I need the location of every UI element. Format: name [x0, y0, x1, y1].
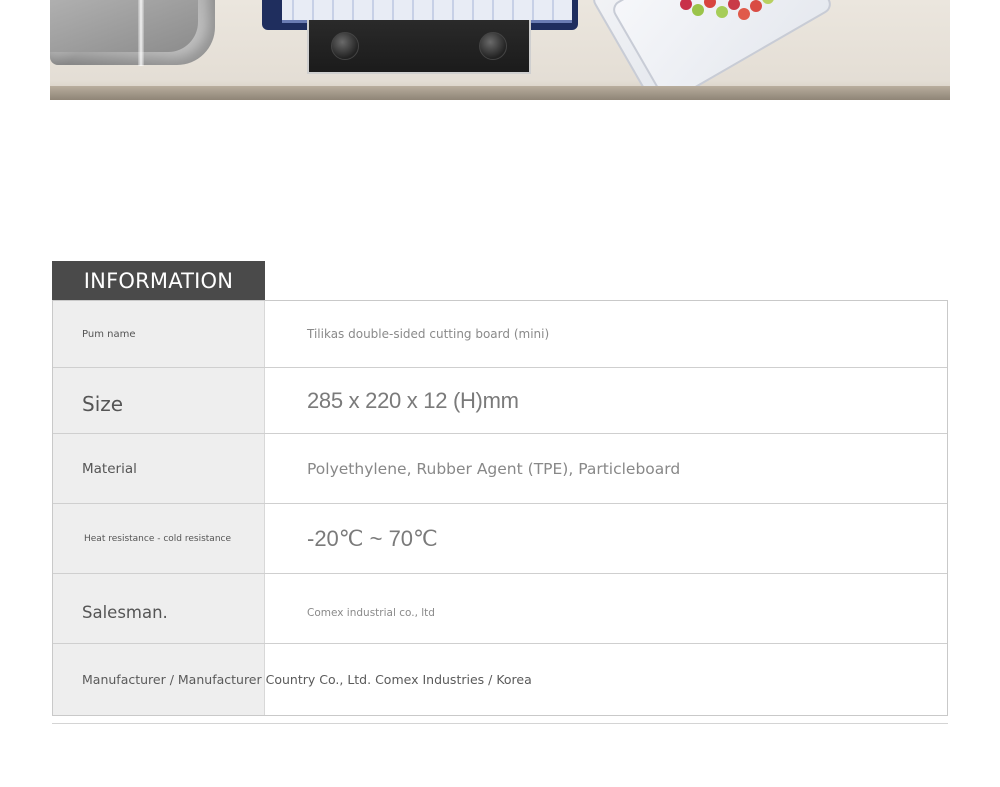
info-value: Comex industrial co., ltd — [307, 606, 435, 619]
info-value: Polyethylene, Rubber Agent (TPE), Partic… — [307, 459, 681, 478]
product-photo — [50, 0, 950, 100]
faucet-water-image — [138, 0, 144, 66]
grape-icon — [680, 0, 692, 10]
info-row-product-name: Pum name Tilikas double-sided cutting bo… — [53, 301, 947, 367]
grapes-image — [680, 0, 780, 26]
grape-icon — [716, 6, 728, 18]
stove-knob-icon — [331, 32, 359, 60]
info-row-size: Size 285 x 220 x 12 (H)mm — [53, 367, 947, 433]
grape-icon — [692, 4, 704, 16]
sink-basin-image — [50, 0, 198, 52]
bottom-divider — [52, 723, 948, 724]
info-label: Heat resistance - cold resistance — [53, 504, 265, 573]
info-row-manufacturer: Manufacturer / Manufacturer Country Co.,… — [53, 643, 947, 715]
grape-icon — [728, 0, 740, 10]
info-row-material: Material Polyethylene, Rubber Agent (TPE… — [53, 433, 947, 503]
info-row-heat-resistance: Heat resistance - cold resistance -20℃ ~… — [53, 503, 947, 573]
grape-icon — [738, 8, 750, 20]
counter-edge-image — [50, 86, 950, 100]
info-value: Tilikas double-sided cutting board (mini… — [307, 327, 550, 341]
info-label: Pum name — [53, 301, 265, 367]
info-value: 285 x 220 x 12 (H)mm — [307, 387, 519, 413]
grape-icon — [704, 0, 716, 8]
stove-image — [307, 20, 531, 74]
info-row-salesman: Salesman. Comex industrial co., ltd — [53, 573, 947, 643]
info-value: -20℃ ~ 70℃ — [307, 525, 438, 551]
info-label: Size — [53, 368, 265, 433]
grape-icon — [762, 0, 774, 4]
information-table: Pum name Tilikas double-sided cutting bo… — [52, 300, 948, 716]
info-label: Material — [53, 434, 265, 503]
info-label: Salesman. — [53, 574, 265, 643]
stove-knob-icon — [479, 32, 507, 60]
info-label: Manufacturer / Manufacturer Country Co.,… — [53, 644, 532, 715]
grape-icon — [750, 0, 762, 12]
information-tab: INFORMATION — [52, 261, 265, 301]
